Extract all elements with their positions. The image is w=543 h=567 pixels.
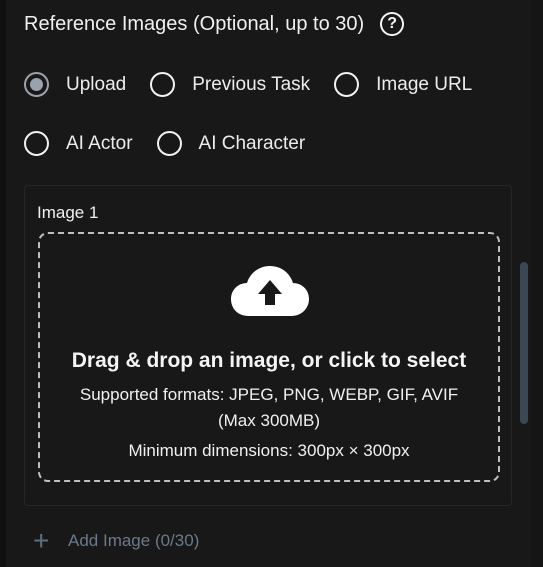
reference-images-panel: Reference Images (Optional, up to 30) ? … (0, 0, 543, 567)
source-radio-group-row-2: AI Actor AI Character (24, 131, 329, 156)
radio-label: Upload (66, 73, 127, 95)
radio-image-url[interactable]: Image URL (334, 72, 472, 97)
right-edge (531, 0, 543, 567)
cloud-upload-icon (231, 266, 309, 316)
radio-unselected-icon (156, 131, 182, 156)
dropzone-formats: Supported formats: JPEG, PNG, WEBP, GIF,… (79, 385, 459, 404)
dropzone-title: Drag & drop an image, or click to select (71, 349, 467, 372)
section-header: Reference Images (Optional, up to 30) ? (24, 12, 405, 36)
source-radio-group-row-1: Upload Previous Task Image URL (24, 72, 496, 97)
radio-previous-task[interactable]: Previous Task (150, 72, 310, 97)
scrollbar-thumb[interactable] (520, 262, 528, 424)
image-dropzone[interactable]: Drag & drop an image, or click to select… (38, 232, 500, 482)
radio-ai-character[interactable]: AI Character (156, 131, 306, 156)
radio-label: AI Actor (66, 132, 133, 154)
radio-ai-actor[interactable]: AI Actor (24, 131, 133, 156)
radio-unselected-icon (150, 72, 176, 97)
radio-unselected-icon (334, 72, 360, 97)
left-edge (0, 0, 6, 567)
radio-unselected-icon (24, 131, 49, 156)
add-image-button[interactable]: + Add Image (0/30) (33, 525, 200, 556)
plus-icon: + (33, 525, 50, 556)
radio-label: Previous Task (192, 73, 311, 95)
radio-label: Image URL (376, 73, 473, 95)
radio-upload[interactable]: Upload (24, 72, 126, 97)
radio-label: AI Character (198, 132, 306, 154)
dropzone-dimensions: Minimum dimensions: 300px × 300px (128, 441, 410, 460)
radio-selected-icon (24, 72, 49, 97)
section-title: Reference Images (Optional, up to 30) (24, 12, 365, 35)
image-card: Image 1 Drag & drop an image, or click t… (24, 185, 512, 506)
add-image-label: Add Image (0/30) (68, 531, 200, 550)
question-circle-icon[interactable]: ? (380, 12, 405, 36)
image-slot-label: Image 1 (37, 203, 99, 222)
dropzone-max-size: (Max 300MB) (217, 411, 321, 430)
